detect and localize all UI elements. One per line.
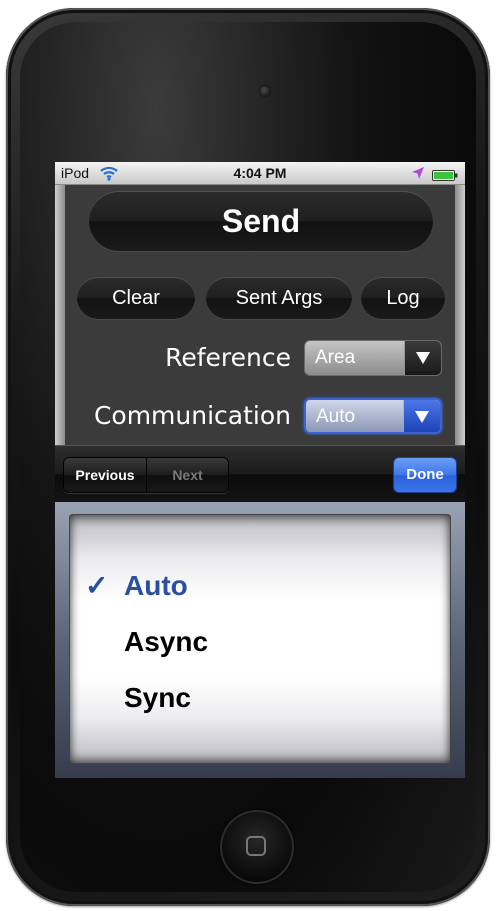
communication-label: Communication [93,401,291,430]
home-square-icon [246,836,266,856]
communication-select[interactable]: Auto [304,398,442,434]
device-screen: iPod 4:04 PM Send Clear Sent Args Log Re… [55,162,465,778]
picker-option-async[interactable]: Async [69,622,451,662]
location-arrow-icon [411,166,425,180]
picker-wheel[interactable]: ✓ Auto Async Sync [69,514,451,764]
next-button[interactable]: Next [147,458,228,492]
log-button[interactable]: Log [361,277,445,319]
done-button[interactable]: Done [393,457,457,493]
home-button[interactable] [220,810,294,884]
option-picker: ✓ Auto Async Sync [55,502,465,778]
picker-option-label: Auto [124,570,188,601]
chevron-down-icon [404,341,441,375]
previous-button[interactable]: Previous [64,458,147,492]
communication-select-value: Auto [316,406,356,427]
chevron-down-icon [403,400,440,432]
reference-select[interactable]: Area [304,340,442,376]
ipod-device-frame: iPod 4:04 PM Send Clear Sent Args Log Re… [6,8,490,906]
battery-icon [432,168,458,181]
clear-button[interactable]: Clear [77,277,195,319]
picker-option-label: Sync [124,682,191,713]
keyboard-accessory-toolbar: Previous Next Done [55,445,465,503]
sent-args-button[interactable]: Sent Args [206,277,352,319]
checkmark-icon: ✓ [85,570,109,601]
reference-select-value: Area [315,347,356,368]
reference-label: Reference [165,343,291,372]
status-time: 4:04 PM [233,165,287,181]
send-button[interactable]: Send [89,191,433,251]
app-body: Send Clear Sent Args Log Reference Area … [55,185,465,445]
picker-option-label: Async [124,626,209,657]
previous-next-control: Previous Next [63,457,229,493]
picker-option-auto[interactable]: ✓ Auto [69,566,451,606]
front-camera [260,86,270,96]
status-bar: iPod 4:04 PM [55,162,465,185]
picker-option-sync[interactable]: Sync [69,678,451,718]
